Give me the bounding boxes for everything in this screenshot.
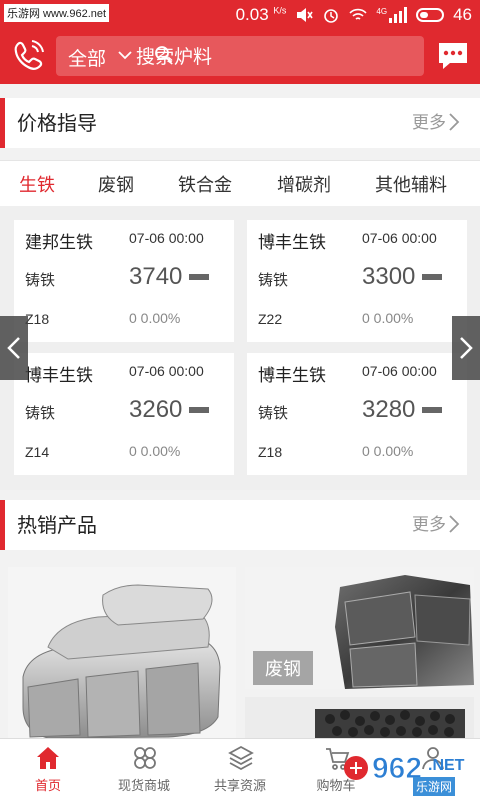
flat-trend-icon <box>189 407 209 413</box>
material-type: 铸铁 <box>25 404 56 422</box>
material-type: 铸铁 <box>258 404 289 422</box>
carousel-next-button[interactable] <box>452 316 480 380</box>
nav-spot-mall[interactable]: 现货商城 <box>96 739 192 800</box>
grade-code: Z18 <box>25 311 50 327</box>
alarm-icon <box>324 9 339 23</box>
grade-code: Z22 <box>258 311 283 327</box>
product-scrap-steel[interactable]: 废钢 <box>245 567 474 689</box>
product-pig-iron[interactable] <box>8 567 236 738</box>
nav-shared-resources[interactable]: 共享资源 <box>192 739 288 800</box>
supplier-name: 博丰生铁 <box>25 366 93 386</box>
chevron-down-icon[interactable] <box>118 48 132 62</box>
category-tabs: 生铁 废钢 铁合金 增碳剂 其他辅料 <box>0 160 480 206</box>
chevron-right-icon <box>460 337 473 359</box>
nav-label: 现货商城 <box>117 779 170 794</box>
nav-label: 首页 <box>34 779 61 794</box>
price-guide-header: 价格指导 更多 <box>0 98 480 148</box>
price-card[interactable]: 博丰生铁 07-06 00:00 铸铁 3280 Z18 0 0.00% <box>247 353 467 475</box>
mute-icon <box>297 8 314 22</box>
price-time: 07-06 00:00 <box>129 230 204 246</box>
tab-recarburizer[interactable]: 增碳剂 <box>277 171 331 197</box>
price-value: 3300 <box>362 263 416 290</box>
chevron-right-icon[interactable] <box>448 112 460 132</box>
flat-trend-icon <box>422 407 442 413</box>
search-icon <box>155 46 173 64</box>
wifi-icon <box>349 8 367 20</box>
home-icon <box>37 747 59 769</box>
product-recarburizer[interactable] <box>245 697 474 738</box>
more-link[interactable]: 更多 <box>412 108 446 133</box>
search-bar[interactable]: 全部 搜索炉料 <box>56 36 424 76</box>
supplier-name: 博丰生铁 <box>258 233 326 253</box>
message-icon[interactable] <box>436 40 470 72</box>
recarburizer-image <box>315 709 465 738</box>
grade-code: Z18 <box>258 444 283 460</box>
supplier-name: 博丰生铁 <box>258 366 326 386</box>
layers-icon <box>228 745 254 771</box>
tab-ferroalloy[interactable]: 铁合金 <box>178 171 232 197</box>
section-accent <box>0 98 5 148</box>
search-input[interactable]: 搜索炉料 <box>136 42 212 69</box>
price-time: 07-06 00:00 <box>362 363 437 379</box>
search-scope-select[interactable]: 全部 <box>68 44 106 71</box>
section-title: 热销产品 <box>17 513 97 537</box>
flat-trend-icon <box>422 274 442 280</box>
price-card[interactable]: 博丰生铁 07-06 00:00 铸铁 3260 Z14 0 0.00% <box>14 353 234 475</box>
price-card[interactable]: 博丰生铁 07-06 00:00 铸铁 3300 Z22 0 0.00% <box>247 220 467 342</box>
price-time: 07-06 00:00 <box>362 230 437 246</box>
product-label: 废钢 <box>253 651 313 685</box>
price-value: 3740 <box>129 263 183 290</box>
nav-label: 共享资源 <box>213 779 266 794</box>
section-title: 价格指导 <box>17 111 97 135</box>
phone-icon[interactable] <box>10 38 46 74</box>
nav-home[interactable]: 首页 <box>0 739 96 800</box>
signal-icon <box>389 7 408 23</box>
price-change: 0 0.00% <box>129 443 181 459</box>
clover-icon <box>134 747 156 769</box>
tab-scrap-steel[interactable]: 废钢 <box>98 171 134 197</box>
price-change: 0 0.00% <box>362 443 414 459</box>
tab-other-materials[interactable]: 其他辅料 <box>375 171 447 197</box>
section-accent <box>0 500 5 550</box>
watermark-top: 乐游网 www.962.net <box>4 4 110 22</box>
watermark-text: 乐游网 <box>413 777 456 796</box>
chevron-left-icon <box>7 337 20 359</box>
pig-iron-image <box>22 584 221 738</box>
price-time: 07-06 00:00 <box>129 363 204 379</box>
app-header: 全部 搜索炉料 <box>0 30 480 84</box>
price-value: 3260 <box>129 396 183 423</box>
grade-code: Z14 <box>25 444 50 460</box>
tab-pig-iron[interactable]: 生铁 <box>19 171 55 197</box>
supplier-name: 建邦生铁 <box>25 233 93 253</box>
material-type: 铸铁 <box>25 271 56 289</box>
signal-indicator: 4G <box>376 7 408 23</box>
carousel-prev-button[interactable] <box>0 316 28 380</box>
chevron-right-icon[interactable] <box>448 514 460 534</box>
battery-level: 46 <box>453 5 472 24</box>
price-value: 3280 <box>362 396 416 423</box>
status-icons: 0.03 K/s 4G 46 <box>236 4 472 26</box>
flat-trend-icon <box>189 274 209 280</box>
material-type: 铸铁 <box>258 271 289 289</box>
hot-products-header: 热销产品 更多 <box>0 500 480 550</box>
watermark-domain: .NET <box>428 757 465 774</box>
status-bar: 乐游网 www.962.net 0.03 K/s 4G 46 <box>0 0 480 30</box>
network-speed: 0.03 K/s <box>235 5 287 24</box>
battery-icon <box>416 8 445 22</box>
price-change: 0 0.00% <box>362 310 414 326</box>
watermark-logo: 962 .NET <box>344 752 465 786</box>
price-card[interactable]: 建邦生铁 07-06 00:00 铸铁 3740 Z18 0 0.00% <box>14 220 234 342</box>
more-link[interactable]: 更多 <box>412 510 446 535</box>
price-change: 0 0.00% <box>129 310 181 326</box>
